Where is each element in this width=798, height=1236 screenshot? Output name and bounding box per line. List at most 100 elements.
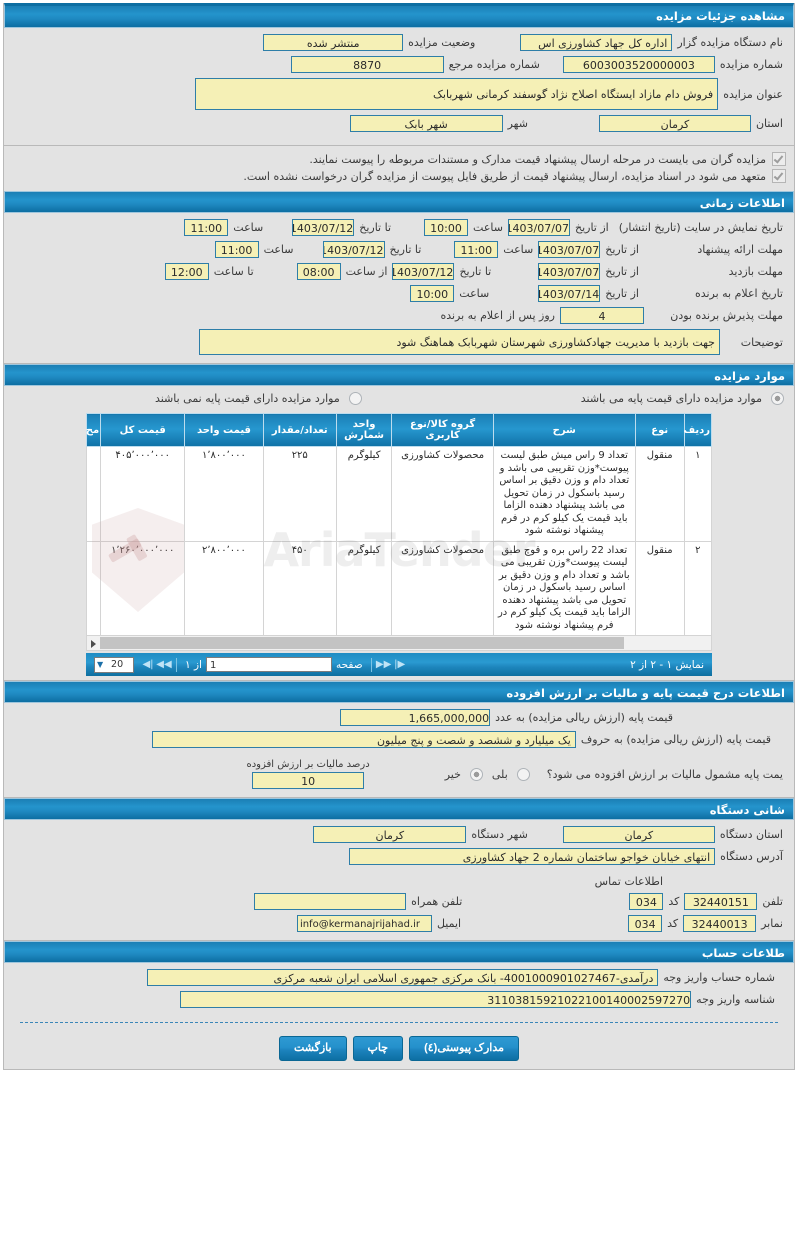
cell-total-price: ۱٬۲۶۰٬۰۰۰٬۰۰۰ (100, 540, 186, 636)
offer-to-time[interactable]: 11:00 (214, 241, 259, 258)
timing-panel: اطلاعات زمانی تاریخ نمایش در سایت (تاریخ… (3, 191, 795, 364)
pager-prev-icon[interactable]: ◀◀ (156, 659, 172, 670)
winner-date[interactable]: 1403/07/14 (538, 285, 601, 302)
cell-description: تعداد 22 راس بره و قوچ طبق لیست پیوست*وز… (492, 540, 636, 636)
offer-label: مهلت ارائه پیشنهاد (697, 243, 783, 256)
offer-to-date[interactable]: 1403/07/12 (322, 241, 385, 258)
radio-without-base-price-label: موارد مزایده دارای قیمت پایه نمی باشند (154, 392, 340, 405)
row-org-status: نام دستگاه مزایده گزار اداره کل جهاد کشا… (10, 34, 788, 51)
visit-from-time[interactable]: 08:00 (296, 263, 341, 280)
ref-value[interactable]: 8870 (290, 56, 444, 73)
to-date-label: تا تاریخ (459, 265, 492, 278)
winner-time[interactable]: 10:00 (410, 285, 455, 302)
pager-next-icon[interactable]: ▶▶ (376, 659, 392, 670)
visit-to-date[interactable]: 1403/07/12 (392, 263, 455, 280)
table-horizontal-scrollbar[interactable] (86, 636, 712, 651)
org-city-value[interactable]: کرمان (313, 826, 467, 843)
account-panel: طلاعات حساب شماره حساب واریز وجه درآمدی-… (3, 941, 795, 1070)
province-value[interactable]: کرمان (598, 115, 751, 132)
hour-label: ساعت (263, 243, 294, 256)
ref-label: شماره مزایده مرجع (448, 58, 540, 71)
cell-index: ۲ (683, 540, 713, 636)
timing-row-accept: مهلت پذیرش برنده بودن 4 روز پس از اعلام … (10, 307, 788, 324)
account-number-value[interactable]: درآمدی-4001000901027467- بانک مرکزی جمهو… (147, 969, 659, 986)
timing-row-visit: مهلت بازدید از تاریخ 1403/07/07 تا تاریخ… (10, 263, 788, 280)
email-value[interactable]: info@kermanajrijahad.ir (296, 915, 432, 932)
phone-code-value[interactable]: 034 (629, 893, 664, 910)
address-panel: شانی دستگاه استان دستگاه کرمان شهر دستگا… (3, 798, 795, 941)
offer-from-time[interactable]: 11:00 (454, 241, 499, 258)
status-value[interactable]: منتشر شده (263, 34, 404, 51)
publish-to-time[interactable]: 11:00 (184, 219, 229, 236)
note-1-text: مزایده گران می بایست در مرحله ارسال پیشن… (309, 152, 766, 166)
accept-label: مهلت پذیرش برنده بودن (670, 309, 783, 322)
email-label: ایمیل (436, 917, 462, 930)
publish-from-time[interactable]: 10:00 (424, 219, 469, 236)
publish-to-date[interactable]: 1403/07/12 (292, 219, 355, 236)
accept-days[interactable]: 4 (560, 307, 644, 324)
row-org-address: آدرس دستگاه انتهای خیابان خواجو ساختمان … (10, 848, 788, 865)
shenase-label: شناسه واریز وجه (696, 993, 775, 1006)
items-pager: نمایش ۱ - ۲ از ۲ ▶| ▶▶ صفحه 1 از ۱ ◀◀ |◀… (86, 653, 712, 676)
desc-value[interactable]: جهت بازدید با مدیریت جهادکشاورزی شهرستان… (199, 329, 720, 355)
radio-with-base-price[interactable] (771, 392, 784, 405)
base-words-value[interactable]: یک میلیارد و ششصد و شصت و پنج میلیون (151, 731, 576, 748)
auction-details-body: نام دستگاه مزایده گزار اداره کل جهاد کشا… (4, 28, 794, 145)
col-index: ردیف (683, 413, 713, 447)
pager-last-icon[interactable]: ▶| (392, 659, 408, 670)
scroll-left-arrow-icon[interactable] (87, 637, 100, 649)
col-description: شرح (492, 413, 636, 447)
pager-controls: ▶| ▶▶ صفحه 1 از ۱ ◀◀ |◀ ▼ 20 (94, 656, 408, 673)
checkbox-icon (772, 169, 786, 183)
radio-without-base-price[interactable] (348, 392, 362, 405)
col-location: مح (86, 413, 102, 447)
visit-from-date[interactable]: 1403/07/07 (538, 263, 601, 280)
timing-row-winner: تاریخ اعلام به برنده از تاریخ 1403/07/14… (10, 285, 788, 302)
notes-block: مزایده گران می بایست در مرحله ارسال پیشن… (3, 146, 795, 191)
row-vat: یمت پایه مشمول مالیات بر ارزش افزوده می … (10, 759, 788, 789)
org-address-value[interactable]: انتهای خیابان خواجو ساختمان شماره 2 جهاد… (349, 848, 716, 865)
scrollbar-thumb[interactable] (100, 637, 624, 649)
title-value[interactable]: فروش دام مازاد ایستگاه اصلاح نژاد گوسفند… (195, 78, 719, 110)
pricing-section-title: اطلاعات درج قیمت پایه و مالیات بر ارزش ا… (4, 681, 794, 703)
fax-value[interactable]: 32440013 (683, 915, 757, 932)
row-province-city: استان کرمان شهر شهر بابک (10, 115, 788, 132)
shenase-value[interactable]: 31103815921022100140002597270 (180, 991, 692, 1008)
attachments-button[interactable]: مدارک پیوستی(٤) (409, 1036, 520, 1061)
note-2-text: متعهد می شود در اسناد مزایده، ارسال پیشن… (243, 169, 766, 183)
vat-yes-label: بلی (491, 767, 508, 781)
page-size-select[interactable]: ▼ 20 (94, 656, 134, 673)
number-value[interactable]: 6003003520000003 (562, 56, 715, 73)
offer-from-date[interactable]: 1403/07/07 (538, 241, 601, 258)
items-panel: موارد مزایده موارد مزایده دارای قیمت پای… (3, 364, 795, 681)
base-price-value[interactable]: 1,665,000,000 (340, 709, 491, 726)
vat-percent-value[interactable]: 10 (252, 772, 365, 789)
pager-first-icon[interactable]: |◀ (140, 659, 156, 670)
publish-from-date[interactable]: 1403/07/07 (507, 219, 570, 236)
vat-yes-radio[interactable] (516, 767, 530, 781)
org-value[interactable]: اداره کل جهاد کشاورزی اس (520, 34, 673, 51)
page-root: مشاهده جزئیات مزایده نام دستگاه مزایده گ… (0, 3, 798, 1070)
back-button[interactable]: بازگشت (278, 1036, 347, 1061)
col-total-price: قیمت کل (100, 413, 186, 447)
mobile-value[interactable] (254, 893, 407, 910)
cell-total-price: ۴۰۵٬۰۰۰٬۰۰۰ (100, 446, 186, 542)
visit-to-time[interactable]: 12:00 (164, 263, 209, 280)
vat-no-radio[interactable] (469, 767, 483, 781)
pager-separator (370, 657, 372, 672)
fax-code-value[interactable]: 034 (628, 915, 663, 932)
footer-divider (20, 1022, 778, 1023)
vat-percent-label: درصد مالیات بر ارزش افزوده (246, 759, 370, 770)
to-hour-label: تا ساعت (213, 265, 254, 278)
cell-location (85, 446, 102, 542)
print-button[interactable]: چاپ (352, 1036, 404, 1061)
city-value[interactable]: شهر بابک (349, 115, 503, 132)
pager-page-input[interactable]: 1 (205, 657, 332, 672)
cell-unit-price: ۲٬۸۰۰٬۰۰۰ (184, 540, 264, 636)
phone-value[interactable]: 32440151 (684, 893, 758, 910)
cell-type: منقول (634, 446, 685, 542)
page-size-value: 20 (111, 658, 124, 670)
radio-with-base-price-label: موارد مزایده دارای قیمت پایه می باشند (580, 392, 762, 405)
account-section-title: طلاعات حساب (4, 941, 794, 963)
org-province-value[interactable]: کرمان (562, 826, 715, 843)
